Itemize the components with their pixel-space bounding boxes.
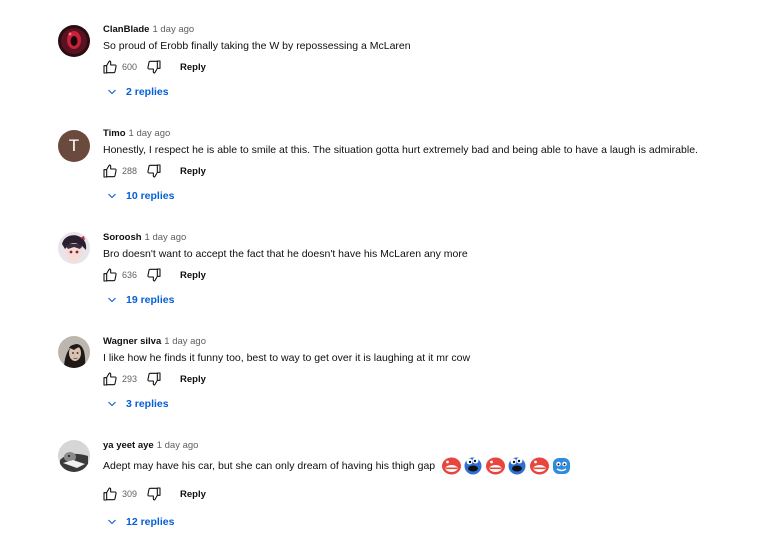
comment-thread: ClanBlade 1 day ago So proud of Erobb fin… <box>0 22 763 126</box>
comment-text: Bro doesn't want to accept the fact that… <box>103 247 468 261</box>
thumbs-up-icon <box>103 372 117 386</box>
thumbs-down-icon <box>147 372 161 386</box>
view-replies-button[interactable]: 3 replies <box>106 396 169 412</box>
comment-header: Soroosh 1 day ago <box>103 229 186 243</box>
comment-body: So proud of Erobb finally taking the W b… <box>103 40 411 52</box>
blue-monster-emoji-icon <box>508 457 526 475</box>
comment-time[interactable]: 1 day ago <box>129 128 171 139</box>
replies-count-label: 19 replies <box>126 294 175 306</box>
thumbs-up-icon <box>103 268 117 282</box>
view-replies-button[interactable]: 2 replies <box>106 84 169 100</box>
chevron-down-icon <box>108 401 116 407</box>
comment-actions: 600 Reply <box>100 57 206 77</box>
thumbs-down-icon <box>147 60 161 74</box>
reply-button[interactable]: Reply <box>180 62 206 73</box>
comments-section: ClanBlade 1 day ago So proud of Erobb fin… <box>0 0 763 532</box>
reply-button[interactable]: Reply <box>180 489 206 500</box>
chevron-down-icon <box>108 519 116 525</box>
view-replies-button[interactable]: 19 replies <box>106 292 174 308</box>
blue-face-emoji-icon <box>553 458 571 474</box>
avatar[interactable] <box>58 336 90 368</box>
avatar[interactable] <box>58 25 90 57</box>
comment-text: Honestly, I respect he is able to smile … <box>103 143 698 157</box>
replies-count-label: 12 replies <box>126 516 175 528</box>
chevron-down-icon <box>108 89 116 95</box>
comment-actions: 293 Reply <box>100 369 206 389</box>
comment-thread: Wagner silva 1 day ago I like how he find… <box>0 334 763 438</box>
red-face-emoji-icon <box>486 457 506 475</box>
comment-header: Wagner silva 1 day ago <box>103 333 206 347</box>
replies-count-label: 3 replies <box>126 398 169 410</box>
comment-time[interactable]: 1 day ago <box>164 336 206 347</box>
comment-actions: 288 Reply <box>100 161 206 181</box>
avatar[interactable] <box>58 440 90 472</box>
comment-header: ClanBlade 1 day ago <box>103 21 194 35</box>
comment-thread: Soroosh 1 day ago Bro doesn't want to acc… <box>0 230 763 334</box>
avatar-image <box>58 232 90 264</box>
thumbs-up-icon <box>103 60 117 74</box>
view-replies-button[interactable]: 12 replies <box>106 514 174 530</box>
view-replies-button[interactable]: 10 replies <box>106 188 174 204</box>
red-face-emoji-icon <box>442 457 462 475</box>
thumbs-up-icon <box>103 164 117 178</box>
replies-count-label: 2 replies <box>126 86 169 98</box>
comment-actions: 309 Reply <box>100 484 206 504</box>
avatar-image <box>58 440 90 472</box>
dislike-button[interactable] <box>144 161 164 181</box>
comment-thread: ya yeet aye 1 day ago Adept may have his … <box>0 438 763 542</box>
thumbs-down-icon <box>147 268 161 282</box>
like-button[interactable] <box>100 57 120 77</box>
comment-time[interactable]: 1 day ago <box>157 440 199 451</box>
comment-actions: 636 Reply <box>100 265 206 285</box>
author-name[interactable]: Wagner silva <box>103 336 161 347</box>
custom-emoji-row <box>441 456 572 475</box>
thumbs-up-icon <box>103 487 117 501</box>
comment-thread: T Timo 1 day ago Honestly, I respect he i… <box>0 126 763 230</box>
thumbs-down-icon <box>147 164 161 178</box>
comment-time[interactable]: 1 day ago <box>145 232 187 243</box>
chevron-down-icon <box>108 297 116 303</box>
comment-body: I like how he finds it funny too, best t… <box>103 352 471 364</box>
reply-button[interactable]: Reply <box>180 166 206 177</box>
comment-text: Adept may have his car, but she can only… <box>103 456 572 475</box>
author-name[interactable]: ya yeet aye <box>103 440 154 451</box>
reply-button[interactable]: Reply <box>180 270 206 281</box>
blue-monster-emoji-icon <box>464 457 482 475</box>
dislike-button[interactable] <box>144 265 164 285</box>
dislike-button[interactable] <box>144 484 164 504</box>
comment-header: Timo 1 day ago <box>103 125 170 139</box>
like-button[interactable] <box>100 265 120 285</box>
comment-text: I like how he finds it funny too, best t… <box>103 351 470 365</box>
avatar-image <box>58 336 90 368</box>
reply-button[interactable]: Reply <box>180 374 206 385</box>
like-button[interactable] <box>100 161 120 181</box>
replies-count-label: 10 replies <box>126 190 175 202</box>
avatar-image <box>58 25 90 57</box>
like-button[interactable] <box>100 369 120 389</box>
author-name[interactable]: Soroosh <box>103 232 142 243</box>
avatar[interactable]: T <box>58 130 90 162</box>
thumbs-down-icon <box>147 487 161 501</box>
avatar-letter: T <box>68 136 80 155</box>
author-name[interactable]: ClanBlade <box>103 24 149 35</box>
dislike-button[interactable] <box>144 57 164 77</box>
comment-body: Bro doesn't want to accept the fact that… <box>103 248 468 260</box>
comment-header: ya yeet aye 1 day ago <box>103 437 198 451</box>
avatar[interactable] <box>58 232 90 264</box>
like-button[interactable] <box>100 484 120 504</box>
comment-time[interactable]: 1 day ago <box>152 24 194 35</box>
author-name[interactable]: Timo <box>103 128 126 139</box>
red-face-emoji-icon <box>530 457 550 475</box>
dislike-button[interactable] <box>144 369 164 389</box>
comment-text: So proud of Erobb finally taking the W b… <box>103 39 411 53</box>
chevron-down-icon <box>108 193 116 199</box>
comment-body: Adept may have his car, but she can only… <box>103 459 436 472</box>
comment-body: Honestly, I respect he is able to smile … <box>103 144 698 156</box>
